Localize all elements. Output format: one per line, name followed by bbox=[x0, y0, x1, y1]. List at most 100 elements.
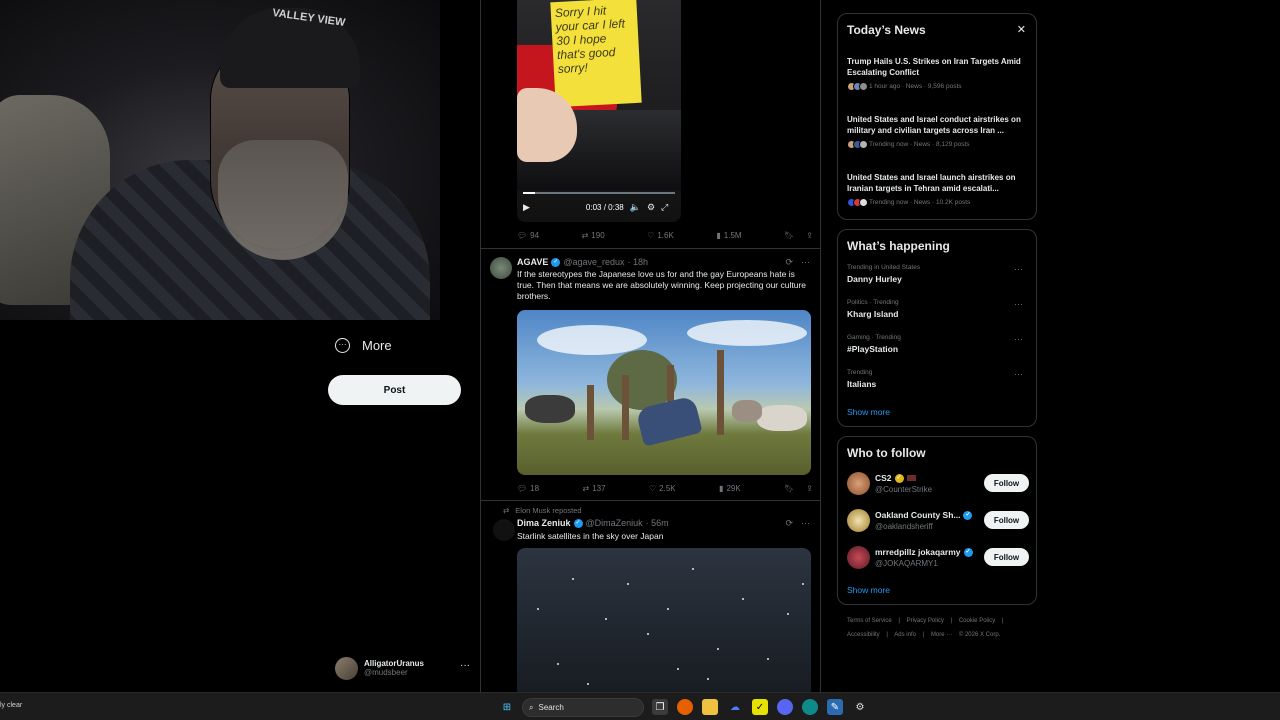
author-handle[interactable]: @agave_redux bbox=[563, 257, 624, 267]
file-explorer-icon[interactable] bbox=[702, 699, 718, 715]
follow-button[interactable]: Follow bbox=[984, 511, 1029, 529]
more-options-icon[interactable]: ··· bbox=[1014, 264, 1023, 274]
tweet-header: Dima Zeniuk ✓ @DimaZeniuk · 56m bbox=[517, 518, 669, 528]
suggestion-handle: @JOKAQARMY1 bbox=[875, 559, 938, 568]
tweet-photo[interactable] bbox=[517, 310, 811, 475]
like-button[interactable]: ♡ 1.6K bbox=[647, 231, 674, 240]
suggestion-name-row: Oakland County Sh... ✓ bbox=[875, 510, 973, 520]
todays-news-panel: Today’s News ✕ Trump Hails U.S. Strikes … bbox=[837, 13, 1037, 220]
like-count: 1.6K bbox=[657, 231, 674, 240]
follow-button[interactable]: Follow bbox=[984, 548, 1029, 566]
app-icon[interactable]: ✎ bbox=[827, 699, 843, 715]
news-item[interactable]: United States and Israel launch airstrik… bbox=[847, 172, 1029, 207]
firefox-icon[interactable] bbox=[677, 699, 693, 715]
views-count: 29K bbox=[726, 484, 741, 493]
discord-icon[interactable] bbox=[777, 699, 793, 715]
app-icon[interactable]: ✓ bbox=[752, 699, 768, 715]
bookmark-icon[interactable]: 🔖︎ bbox=[784, 484, 794, 493]
task-view-icon[interactable]: ❐ bbox=[652, 699, 668, 715]
account-menu-icon[interactable]: ··· bbox=[460, 660, 470, 671]
follow-button[interactable]: Follow bbox=[984, 474, 1029, 492]
bookmark-icon[interactable]: 🔖︎ bbox=[784, 231, 794, 240]
star bbox=[767, 658, 769, 660]
follow-suggestion[interactable]: CS2 ✓ @CounterStrike Follow bbox=[847, 470, 1029, 500]
grok-icon[interactable]: ⟳ bbox=[785, 257, 793, 268]
trend-item[interactable]: Trending in United States Danny Hurley ·… bbox=[847, 264, 1029, 284]
more-circle-icon: ··· bbox=[335, 338, 350, 353]
follow-suggestion[interactable]: Oakland County Sh... ✓ @oaklandsheriff Fo… bbox=[847, 507, 1029, 537]
close-icon[interactable]: ✕ bbox=[1017, 23, 1026, 36]
share-icon[interactable]: ⇪ bbox=[806, 231, 813, 240]
more-options-icon[interactable]: ··· bbox=[1014, 299, 1023, 309]
tweet-time[interactable]: · 56m bbox=[646, 518, 669, 528]
show-more-link[interactable]: Show more bbox=[847, 407, 890, 417]
avatar[interactable] bbox=[490, 257, 512, 279]
steam-icon[interactable]: ⚙ bbox=[852, 699, 868, 715]
trend-item[interactable]: Gaming · Trending #PlayStation ··· bbox=[847, 334, 1029, 354]
footer-link[interactable]: Accessibility bbox=[847, 632, 880, 638]
trend-item[interactable]: Trending Italians ··· bbox=[847, 369, 1029, 389]
fence-post bbox=[717, 350, 724, 435]
tweet-photo[interactable] bbox=[517, 548, 811, 692]
grok-icon[interactable]: ⟳ bbox=[785, 518, 793, 529]
tweet-text: Starlink satellites in the sky over Japa… bbox=[517, 531, 664, 541]
account-switcher[interactable]: AlligatorUranus @mudsbeer ··· bbox=[335, 655, 470, 681]
more-options-icon[interactable]: ··· bbox=[801, 518, 810, 529]
repost-button[interactable]: ⇄ 137 bbox=[582, 484, 605, 493]
nav-more[interactable]: ··· More bbox=[335, 338, 392, 353]
author-name[interactable]: AGAVE bbox=[517, 257, 548, 267]
edge-icon[interactable] bbox=[802, 699, 818, 715]
fullscreen-icon[interactable]: ⤢ bbox=[661, 202, 668, 213]
reply-button[interactable]: 💬︎ 94 bbox=[517, 231, 539, 240]
taskbar-search-label: Search bbox=[538, 703, 564, 712]
footer-link[interactable]: More ··· bbox=[931, 632, 952, 638]
more-options-icon[interactable]: ··· bbox=[1014, 334, 1023, 344]
news-meta-text: Trending now · News · 8,129 posts bbox=[869, 141, 970, 148]
news-item[interactable]: Trump Hails U.S. Strikes on Iran Targets… bbox=[847, 56, 1029, 91]
star bbox=[707, 678, 709, 680]
video-player[interactable]: Sorry I hit your car I left 30 I hope th… bbox=[517, 0, 681, 222]
avatar-stack bbox=[847, 140, 868, 149]
follow-suggestion[interactable]: mrredpillz jokaqarmy ✓ @JOKAQARMY1 Follow bbox=[847, 544, 1029, 574]
news-item[interactable]: United States and Israel conduct airstri… bbox=[847, 114, 1029, 149]
footer-link[interactable]: Terms of Service bbox=[847, 618, 892, 624]
show-more-link[interactable]: Show more bbox=[847, 585, 890, 595]
post-button[interactable]: Post bbox=[328, 375, 461, 405]
trend-item[interactable]: Politics · Trending Kharg Island ··· bbox=[847, 299, 1029, 319]
settings-gear-icon[interactable]: ⚙ bbox=[647, 202, 655, 213]
footer-link[interactable]: Cookie Policy bbox=[959, 618, 995, 624]
more-options-icon[interactable]: ··· bbox=[801, 257, 810, 268]
footer-link[interactable]: Ads info bbox=[894, 632, 916, 638]
share-icon[interactable]: ⇪ bbox=[806, 484, 813, 493]
sheriff-star-avatar bbox=[847, 509, 870, 532]
app-icon[interactable]: ☁ bbox=[727, 699, 743, 715]
footer-links: Terms of Service | Privacy Policy | Cook… bbox=[847, 617, 1037, 640]
more-options-icon[interactable]: ··· bbox=[1014, 369, 1023, 379]
tweet-header: AGAVE ✓ @agave_redux · 18h bbox=[517, 257, 648, 267]
suggestion-name: mrredpillz jokaqarmy bbox=[875, 547, 961, 557]
volume-icon[interactable]: 🔈 bbox=[630, 202, 641, 213]
avatar bbox=[859, 198, 868, 207]
video-time: 0:03 / 0:38 bbox=[585, 202, 624, 212]
avatar[interactable] bbox=[493, 519, 515, 541]
todays-news-title: Today’s News bbox=[847, 23, 926, 37]
like-button[interactable]: ♡ 2.5K bbox=[649, 484, 676, 493]
author-handle[interactable]: @DimaZeniuk bbox=[586, 518, 643, 528]
footer-link[interactable]: Privacy Policy bbox=[907, 618, 944, 624]
play-icon[interactable]: ▶ bbox=[523, 202, 530, 213]
divider bbox=[481, 248, 820, 249]
author-name[interactable]: Dima Zeniuk bbox=[517, 518, 571, 528]
windows-start-icon[interactable]: ⊞ bbox=[499, 699, 515, 715]
taskbar-search[interactable]: ⌕ Search bbox=[522, 698, 644, 717]
views-button[interactable]: ▮ 1.5M bbox=[716, 231, 741, 240]
repost-note-text[interactable]: Elon Musk reposted bbox=[515, 506, 581, 515]
weather-widget[interactable]: ly clear bbox=[0, 702, 22, 709]
timeline: Sorry I hit your car I left 30 I hope th… bbox=[480, 0, 821, 692]
views-button[interactable]: ▮ 29K bbox=[719, 484, 741, 493]
avatar bbox=[847, 472, 870, 495]
reply-button[interactable]: 💬︎ 18 bbox=[517, 484, 539, 493]
footer-separator: | bbox=[950, 618, 953, 624]
repost-icon: ⇄ bbox=[582, 484, 590, 493]
tweet-time[interactable]: · 18h bbox=[628, 257, 649, 267]
repost-button[interactable]: ⇄ 190 bbox=[582, 231, 605, 240]
